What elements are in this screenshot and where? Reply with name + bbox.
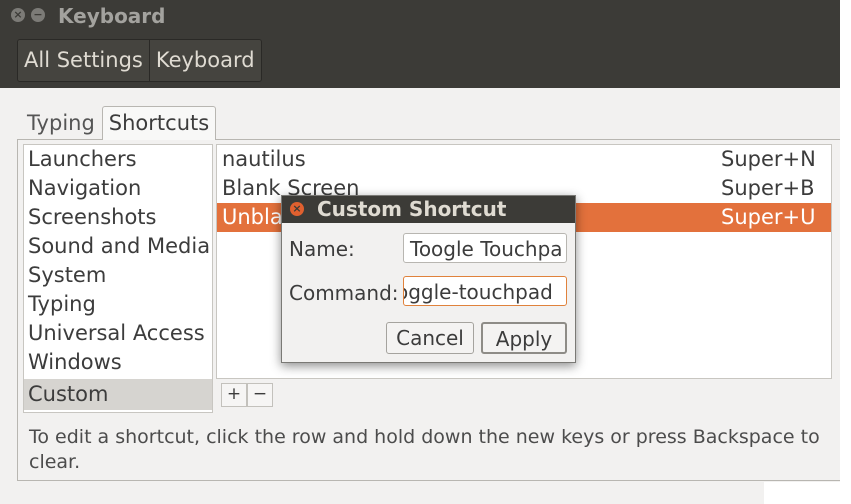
window-title: Keyboard — [58, 4, 166, 28]
category-item-sound-and-media[interactable]: Sound and Media — [24, 232, 212, 261]
tab-bar: Typing Shortcuts — [20, 106, 217, 140]
category-item-windows[interactable]: Windows — [24, 348, 212, 377]
add-shortcut-button[interactable]: + — [221, 383, 247, 407]
command-field-value: oggle-touchpad — [403, 280, 553, 304]
category-item-launchers[interactable]: Launchers — [24, 145, 212, 174]
shortcut-name: Unbla — [222, 205, 283, 229]
desktop-background — [764, 482, 851, 504]
shortcut-row[interactable]: nautilus Super+N — [217, 145, 831, 174]
name-field-value: Toogle Touchpa — [410, 237, 563, 261]
name-label: Name: — [289, 237, 355, 261]
category-item-system[interactable]: System — [24, 261, 212, 290]
category-list: Launchers Navigation Screenshots Sound a… — [23, 144, 213, 413]
list-toolbar: + − — [221, 383, 273, 407]
breadcrumb-all-settings[interactable]: All Settings — [18, 40, 150, 81]
dialog-title: Custom Shortcut — [317, 197, 507, 221]
remove-shortcut-button[interactable]: − — [247, 383, 273, 407]
category-item-universal-access[interactable]: Universal Access — [24, 319, 212, 348]
shortcut-keys: Super+U — [721, 205, 816, 229]
category-item-custom-shortcuts[interactable]: Custom Shortcuts — [24, 379, 212, 410]
category-item-screenshots[interactable]: Screenshots — [24, 203, 212, 232]
breadcrumb-keyboard[interactable]: Keyboard — [149, 40, 261, 81]
tab-typing[interactable]: Typing — [20, 106, 102, 140]
custom-shortcut-dialog: × Custom Shortcut Name: Toogle Touchpa C… — [281, 195, 576, 363]
name-field[interactable]: Toogle Touchpa — [403, 233, 567, 263]
shortcut-keys: Super+N — [721, 147, 816, 171]
category-item-typing[interactable]: Typing — [24, 290, 212, 319]
dialog-titlebar: × Custom Shortcut — [282, 196, 575, 223]
shortcut-name: nautilus — [222, 147, 306, 171]
minimize-icon[interactable]: − — [31, 8, 45, 22]
close-icon[interactable]: × — [11, 8, 25, 22]
window-edge — [840, 0, 851, 504]
window-titlebar: × − Keyboard All Settings Keyboard — [0, 0, 851, 88]
category-item-navigation[interactable]: Navigation — [24, 174, 212, 203]
cancel-button[interactable]: Cancel — [386, 322, 474, 354]
command-label: Command: — [289, 281, 399, 305]
apply-button[interactable]: Apply — [481, 322, 567, 354]
breadcrumb: All Settings Keyboard — [17, 39, 262, 82]
command-field[interactable]: oggle-touchpad — [403, 276, 567, 306]
shortcut-keys: Super+B — [721, 176, 815, 200]
close-icon[interactable]: × — [290, 202, 304, 216]
tab-shortcuts[interactable]: Shortcuts — [101, 106, 217, 140]
help-text: To edit a shortcut, click the row and ho… — [29, 426, 820, 473]
